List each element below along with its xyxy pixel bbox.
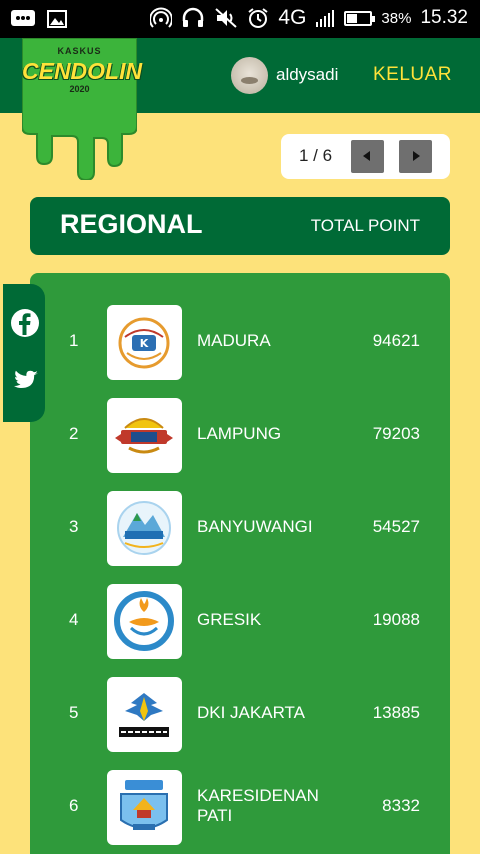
username[interactable]: aldysadi [276,65,338,85]
region-name: DKI JAKARTA [197,703,306,722]
logout-button[interactable]: KELUAR [373,64,452,86]
headset-icon [183,7,204,27]
next-page-button[interactable] [399,140,432,173]
banyuwangi-emblem [107,491,182,566]
total-points: 19088 [372,610,420,629]
list-item[interactable]: 5 DKI JAKARTA 13885 [30,677,450,752]
social-share-bar [3,284,45,422]
chevron-left-icon [363,151,370,161]
logo-year-text: 2020 [69,84,90,94]
region-name: BANYUWANGI [197,517,313,536]
gresik-emblem [107,584,182,659]
total-points: 54527 [372,517,420,536]
total-points: 13885 [372,703,420,722]
logo-kaskus-text: KASKUS [57,46,102,56]
rank-number: 4 [69,610,79,629]
list-item[interactable]: 1 K MADURA 94621 [30,305,450,380]
facebook-icon[interactable] [10,308,40,338]
logo-cendolin-text: CENDOLIN [22,58,143,84]
twitter-icon[interactable] [10,366,40,396]
chevron-right-icon [413,151,420,161]
list-item[interactable]: 2 LAMPUNG 79203 [30,398,450,473]
network-label: 4G [278,6,307,29]
list-item[interactable]: 6 KARESIDENAN PATI 8332 [30,770,450,845]
rank-number: 3 [69,517,79,536]
total-points: 8332 [382,796,420,815]
prev-page-button[interactable] [351,140,384,173]
svg-text:K: K [140,337,149,350]
pati-emblem [107,770,182,845]
chat-icon [11,10,35,26]
total-points: 94621 [372,331,420,350]
battery-percent: 38% [381,9,412,27]
list-item[interactable]: 4 GRESIK 19088 [30,584,450,659]
app-logo[interactable]: KASKUS CENDOLIN 2020 [22,38,143,180]
pager: 1 / 6 [281,134,450,179]
avatar[interactable] [231,57,268,94]
region-name: MADURA [197,331,271,350]
alarm-icon [248,8,269,28]
section-title: REGIONAL [60,209,203,239]
mute-icon [215,8,238,28]
region-name: GRESIK [197,610,262,629]
signal-icon [316,10,335,27]
hotspot-icon [150,7,173,28]
region-name: KARESIDENAN PATI [197,786,319,825]
column-label-total-point: TOTAL POINT [310,216,420,235]
rank-number: 6 [69,796,79,815]
madura-emblem: K [107,305,182,380]
section-header: REGIONAL TOTAL POINT [30,197,450,255]
list-item[interactable]: 3 BANYUWANGI 54527 [30,491,450,566]
leaderboard-list: 1 K MADURA 94621 2 LAMPUNG 79203 3 BANYU… [30,273,450,854]
lampung-emblem [107,398,182,473]
status-bar: 4G 38% 15.32 [0,0,480,38]
jakarta-emblem [107,677,182,752]
battery-icon [344,10,376,26]
image-icon [47,10,67,28]
rank-number: 5 [69,703,79,722]
rank-number: 1 [69,331,79,350]
page-indicator: 1 / 6 [299,146,333,165]
rank-number: 2 [69,424,79,443]
clock: 15.32 [420,7,468,28]
total-points: 79203 [372,424,420,443]
region-name: LAMPUNG [197,424,282,443]
